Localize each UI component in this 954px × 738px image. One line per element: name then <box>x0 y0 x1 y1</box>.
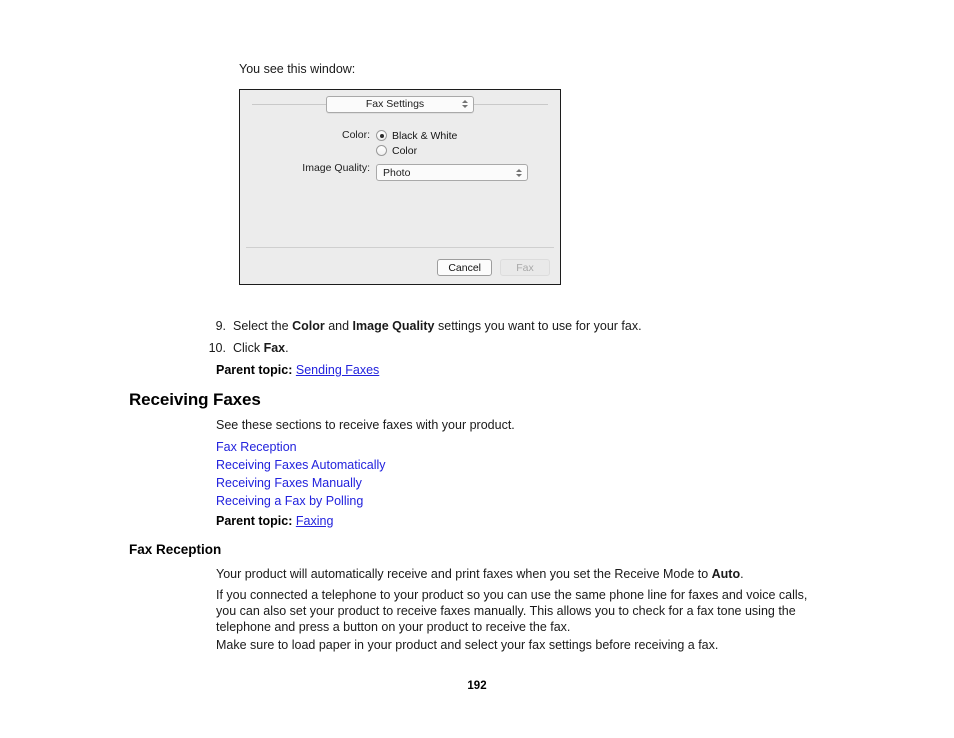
step-number: 9. <box>215 319 226 333</box>
link-receiving-a-fax-by-polling[interactable]: Receiving a Fax by Polling <box>216 492 386 510</box>
para1-prefix: Your product will automatically receive … <box>216 567 712 581</box>
receiving-faxes-intro: See these sections to receive faxes with… <box>216 418 515 432</box>
dialog-footer-divider <box>246 247 554 248</box>
radio-black-and-white[interactable]: Black & White <box>376 128 560 143</box>
step-text-prefix: Select the <box>233 319 293 333</box>
step-bold-color: Color <box>292 319 325 333</box>
image-quality-field: Photo <box>376 161 560 181</box>
fax-reception-paragraph-2: If you connected a telephone to your pro… <box>216 588 808 634</box>
page-title-receiving-faxes: Receiving Faxes <box>129 390 261 409</box>
step-text-suffix: settings you want to use for your fax. <box>434 319 642 333</box>
parent-topic-label: Parent topic: <box>216 363 293 377</box>
page-number: 192 <box>467 680 487 692</box>
fax-reception-paragraph-1: Your product will automatically receive … <box>216 566 816 582</box>
step-number: 10. <box>208 341 226 355</box>
header-rule-right <box>470 104 548 105</box>
intro-text: You see this window: <box>239 62 356 76</box>
section-heading-fax-reception: Fax Reception <box>129 542 222 557</box>
step-text: Click Fax. <box>233 340 848 356</box>
step-text-middle: and <box>324 319 353 333</box>
document-page: You see this window: Fax Settings Color: <box>0 0 954 738</box>
list-item: 9. Select the Color and Image Quality se… <box>208 318 848 334</box>
cancel-button[interactable]: Cancel <box>437 259 492 276</box>
radio-black-and-white-label: Black & White <box>392 129 458 142</box>
numbered-steps-list: 9. Select the Color and Image Quality se… <box>208 318 848 362</box>
image-quality-label: Image Quality: <box>302 162 370 174</box>
radio-color[interactable]: Color <box>376 143 560 158</box>
dialog-button-row: Cancel Fax <box>437 259 550 276</box>
step-bold-fax: Fax <box>263 341 286 355</box>
radio-color-label: Color <box>392 144 418 157</box>
header-rule-left <box>252 104 330 105</box>
image-quality-select[interactable]: Photo <box>376 164 528 181</box>
fax-reception-paragraph-3: Make sure to load paper in your product … <box>216 638 719 652</box>
color-label: Color: <box>341 129 370 141</box>
step-text-prefix: Click <box>233 341 264 355</box>
parent-topic-link-faxing[interactable]: Faxing <box>296 514 334 528</box>
step-text-suffix: . <box>285 341 289 355</box>
color-setting-row: Color: Black & White Color <box>240 128 560 158</box>
step-bold-image-quality: Image Quality <box>352 319 435 333</box>
image-quality-setting-row: Image Quality: Photo <box>240 161 560 181</box>
dialog-settings-area: Color: Black & White Color Image Quality… <box>240 128 560 184</box>
parent-topic-link-sending-faxes[interactable]: Sending Faxes <box>296 363 379 377</box>
parent-topic-faxing: Parent topic: Faxing <box>216 513 333 529</box>
radio-selected-icon <box>376 130 387 141</box>
dialog-header: Fax Settings <box>240 90 560 118</box>
fax-settings-popup-menu[interactable]: Fax Settings <box>326 95 474 113</box>
link-receiving-faxes-automatically[interactable]: Receiving Faxes Automatically <box>216 456 386 474</box>
fax-button[interactable]: Fax <box>500 259 550 276</box>
list-item: 10. Click Fax. <box>208 340 848 356</box>
parent-topic-label: Parent topic: <box>216 514 293 528</box>
para1-bold-auto: Auto <box>711 567 741 581</box>
receiving-faxes-link-list: Fax Reception Receiving Faxes Automatica… <box>216 438 386 510</box>
radio-unselected-icon <box>376 145 387 156</box>
link-fax-reception[interactable]: Fax Reception <box>216 438 386 456</box>
popup-menu-value: Fax Settings <box>365 98 425 110</box>
chevron-updown-icon <box>511 168 527 177</box>
parent-topic-sending: Parent topic: Sending Faxes <box>216 362 379 378</box>
fax-settings-dialog: Fax Settings Color: Black & White Color … <box>239 89 561 285</box>
image-quality-value: Photo <box>383 166 411 179</box>
chevron-updown-icon <box>457 100 473 108</box>
link-receiving-faxes-manually[interactable]: Receiving Faxes Manually <box>216 474 386 492</box>
step-text: Select the Color and Image Quality setti… <box>233 318 848 334</box>
color-radio-group: Black & White Color <box>376 128 560 158</box>
para1-suffix: . <box>740 567 744 581</box>
